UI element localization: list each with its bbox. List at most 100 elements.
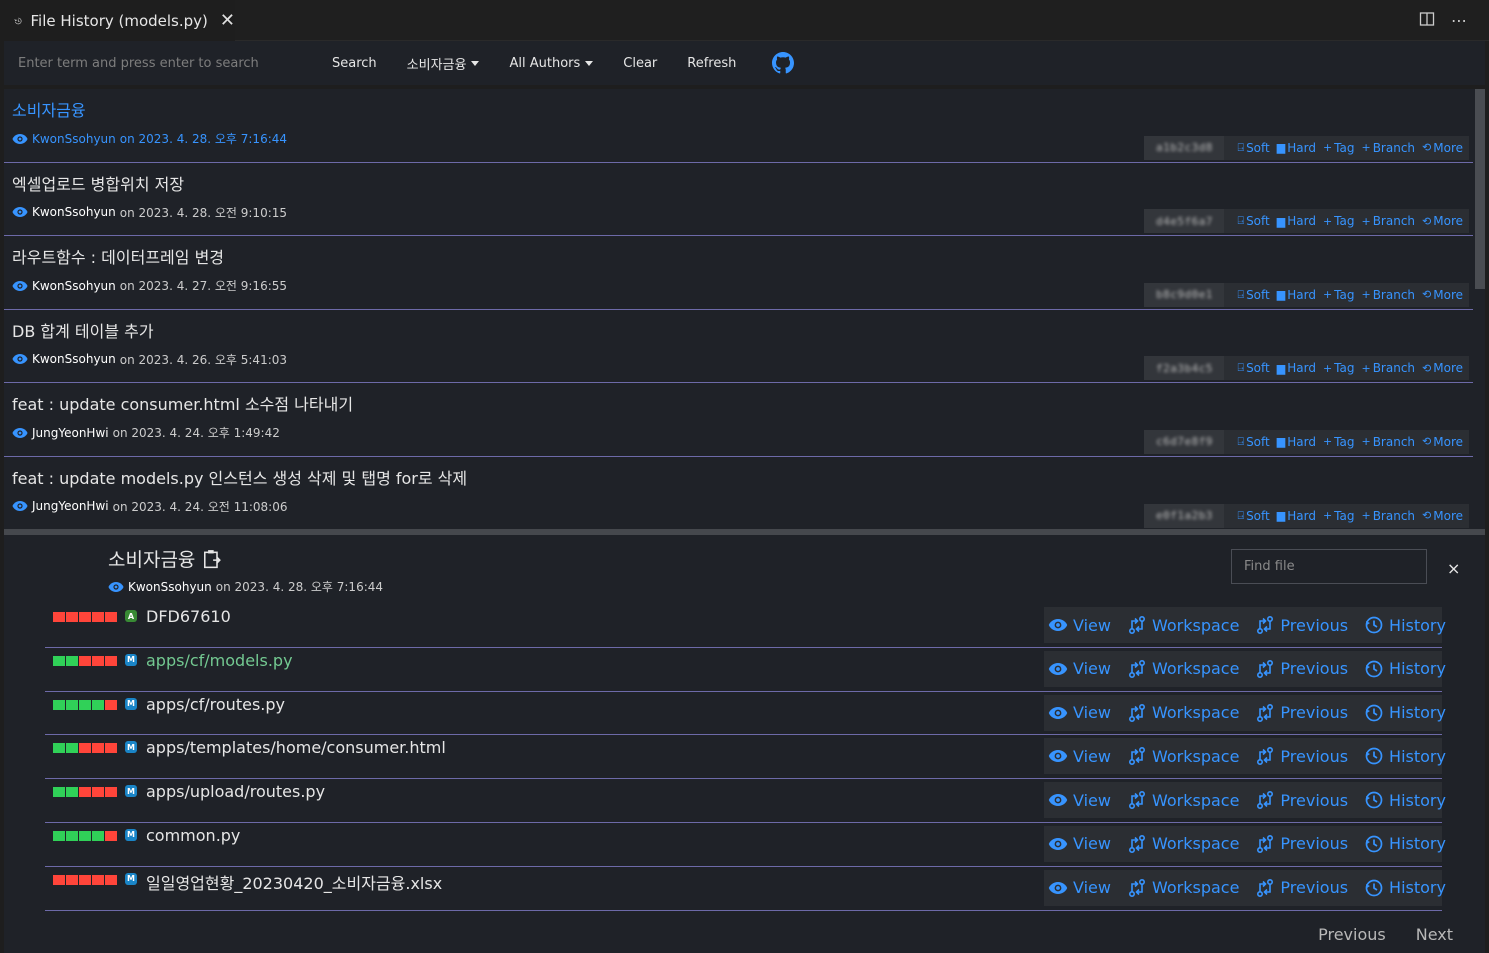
commit-message[interactable]: DB 합계 테이블 추가 bbox=[12, 318, 154, 342]
more-actions-icon[interactable]: ⋯ bbox=[1451, 11, 1467, 30]
more-button[interactable]: ⟲ More bbox=[1422, 288, 1463, 302]
hard-reset-button[interactable]: ▆ Hard bbox=[1277, 509, 1316, 523]
add-tag-button[interactable]: + Tag bbox=[1323, 361, 1355, 375]
eye-icon[interactable] bbox=[12, 280, 28, 292]
file-history-button[interactable]: History bbox=[1364, 703, 1446, 723]
commit-author[interactable]: KwonSsohyun bbox=[32, 205, 116, 219]
refresh-button[interactable]: Refresh bbox=[687, 56, 736, 71]
add-tag-button[interactable]: + Tag bbox=[1323, 435, 1355, 449]
compare-previous-button[interactable]: Previous bbox=[1255, 790, 1348, 810]
commit-hash[interactable]: f2a3b4c5 bbox=[1144, 356, 1225, 381]
view-file-button[interactable]: View bbox=[1048, 703, 1111, 723]
search-button[interactable]: Search bbox=[332, 56, 377, 71]
commit-author[interactable]: KwonSsohyun bbox=[32, 279, 116, 293]
hard-reset-button[interactable]: ▆ Hard bbox=[1277, 141, 1316, 155]
commit-row[interactable]: feat : update models.py 인스턴스 생성 삭제 및 탭명 … bbox=[4, 457, 1473, 529]
file-row[interactable]: M 일일영업현황_20230420_소비자금융.xlsx View Workspace… bbox=[45, 867, 1446, 911]
detail-author[interactable]: KwonSsohyun bbox=[128, 580, 212, 594]
file-name[interactable]: apps/cf/routes.py bbox=[146, 695, 285, 714]
compare-previous-button[interactable]: Previous bbox=[1255, 746, 1348, 766]
find-file-input[interactable] bbox=[1231, 549, 1427, 584]
hard-reset-button[interactable]: ▆ Hard bbox=[1277, 435, 1316, 449]
file-name[interactable]: common.py bbox=[146, 826, 240, 845]
commit-message[interactable]: 엑셀업로드 병합위치 저장 bbox=[12, 171, 184, 195]
commit-hash[interactable]: c6d7e8f9 bbox=[1144, 429, 1225, 454]
file-history-button[interactable]: History bbox=[1364, 834, 1446, 854]
soft-reset-button[interactable]: ⍈ Soft bbox=[1237, 288, 1269, 302]
commit-author[interactable]: JungYeonHwi bbox=[32, 426, 109, 440]
commit-row[interactable]: feat : update consumer.html 소수점 나타내기 Jung… bbox=[4, 383, 1473, 457]
commit-row[interactable]: DB 합계 테이블 추가 KwonSsohyun on 2023. 4. 26. 오… bbox=[4, 310, 1473, 384]
view-file-button[interactable]: View bbox=[1048, 834, 1111, 854]
commit-hash[interactable]: e0f1a2b3 bbox=[1144, 503, 1225, 528]
compare-previous-button[interactable]: Previous bbox=[1255, 703, 1348, 723]
more-button[interactable]: ⟲ More bbox=[1422, 214, 1463, 228]
file-history-button[interactable]: History bbox=[1364, 878, 1446, 898]
hard-reset-button[interactable]: ▆ Hard bbox=[1277, 214, 1316, 228]
file-name[interactable]: apps/templates/home/consumer.html bbox=[146, 738, 446, 757]
file-row[interactable]: Mcommon.py View Workspace Previous History bbox=[45, 823, 1446, 867]
eye-icon[interactable] bbox=[12, 353, 28, 365]
compare-workspace-button[interactable]: Workspace bbox=[1127, 790, 1239, 810]
more-button[interactable]: ⟲ More bbox=[1422, 509, 1463, 523]
soft-reset-button[interactable]: ⍈ Soft bbox=[1237, 435, 1269, 449]
compare-previous-button[interactable]: Previous bbox=[1255, 834, 1348, 854]
file-name[interactable]: DFD67610 bbox=[146, 607, 231, 626]
soft-reset-button[interactable]: ⍈ Soft bbox=[1237, 509, 1269, 523]
file-name[interactable]: apps/cf/models.py bbox=[146, 651, 293, 670]
view-file-button[interactable]: View bbox=[1048, 746, 1111, 766]
clear-button[interactable]: Clear bbox=[623, 56, 657, 71]
soft-reset-button[interactable]: ⍈ Soft bbox=[1237, 361, 1269, 375]
commit-row[interactable]: 소비자금융 KwonSsohyun on 2023. 4. 28. 오후 7:16:… bbox=[4, 89, 1473, 163]
add-branch-button[interactable]: + Branch bbox=[1361, 509, 1415, 523]
file-history-button[interactable]: History bbox=[1364, 615, 1446, 635]
file-history-button[interactable]: History bbox=[1364, 659, 1446, 679]
clipboard-icon[interactable] bbox=[203, 549, 222, 569]
add-branch-button[interactable]: + Branch bbox=[1361, 214, 1415, 228]
authors-dropdown[interactable]: All Authors bbox=[509, 56, 594, 71]
commit-message[interactable]: 소비자금융 bbox=[12, 97, 86, 121]
eye-icon[interactable] bbox=[12, 427, 28, 439]
file-name[interactable]: 일일영업현황_20230420_소비자금융.xlsx bbox=[146, 870, 442, 894]
add-tag-button[interactable]: + Tag bbox=[1323, 288, 1355, 302]
add-tag-button[interactable]: + Tag bbox=[1323, 141, 1355, 155]
eye-icon[interactable] bbox=[108, 581, 124, 593]
tab-close-icon[interactable]: ✕ bbox=[220, 12, 235, 30]
file-row[interactable]: Mapps/cf/routes.py View Workspace Previous H… bbox=[45, 692, 1446, 736]
more-button[interactable]: ⟲ More bbox=[1422, 141, 1463, 155]
compare-workspace-button[interactable]: Workspace bbox=[1127, 615, 1239, 635]
compare-workspace-button[interactable]: Workspace bbox=[1127, 703, 1239, 723]
search-input[interactable] bbox=[12, 48, 302, 78]
view-file-button[interactable]: View bbox=[1048, 878, 1111, 898]
add-branch-button[interactable]: + Branch bbox=[1361, 435, 1415, 449]
more-button[interactable]: ⟲ More bbox=[1422, 361, 1463, 375]
commit-row[interactable]: 엑셀업로드 병합위치 저장 KwonSsohyun on 2023. 4. 28. … bbox=[4, 163, 1473, 237]
more-button[interactable]: ⟲ More bbox=[1422, 435, 1463, 449]
eye-icon[interactable] bbox=[12, 206, 28, 218]
file-row[interactable]: Mapps/templates/home/consumer.html View Wo… bbox=[45, 735, 1446, 780]
view-file-button[interactable]: View bbox=[1048, 615, 1111, 635]
commit-message[interactable]: 라우트함수 : 데이터프레임 변경 bbox=[12, 244, 224, 268]
add-branch-button[interactable]: + Branch bbox=[1361, 141, 1415, 155]
commit-row[interactable]: 라우트함수 : 데이터프레임 변경 KwonSsohyun on 2023. 4. … bbox=[4, 236, 1473, 310]
split-editor-icon[interactable] bbox=[1419, 11, 1435, 31]
eye-icon[interactable] bbox=[12, 133, 28, 145]
compare-previous-button[interactable]: Previous bbox=[1255, 878, 1348, 898]
file-row[interactable]: A DFD67610 View Workspace Previous History bbox=[45, 604, 1446, 648]
add-branch-button[interactable]: + Branch bbox=[1361, 361, 1415, 375]
commit-author[interactable]: JungYeonHwi bbox=[32, 499, 109, 513]
commit-hash[interactable]: d4e5f6a7 bbox=[1144, 209, 1225, 234]
scrollbar-thumb[interactable] bbox=[1475, 89, 1485, 289]
tab-file-history[interactable]: File History (models.py) ✕ bbox=[0, 0, 235, 41]
commit-author[interactable]: KwonSsohyun bbox=[32, 352, 116, 366]
previous-page-button[interactable]: Previous bbox=[1318, 925, 1386, 944]
soft-reset-button[interactable]: ⍈ Soft bbox=[1237, 214, 1269, 228]
branch-dropdown[interactable]: 소비자금융 bbox=[407, 54, 480, 73]
compare-workspace-button[interactable]: Workspace bbox=[1127, 878, 1239, 898]
compare-workspace-button[interactable]: Workspace bbox=[1127, 659, 1239, 679]
commit-hash[interactable]: a1b2c3d8 bbox=[1144, 135, 1225, 160]
file-name[interactable]: apps/upload/routes.py bbox=[146, 782, 325, 801]
commit-message[interactable]: feat : update consumer.html 소수점 나타내기 bbox=[12, 391, 353, 415]
close-detail-icon[interactable]: × bbox=[1447, 559, 1460, 578]
file-history-button[interactable]: History bbox=[1364, 746, 1446, 766]
